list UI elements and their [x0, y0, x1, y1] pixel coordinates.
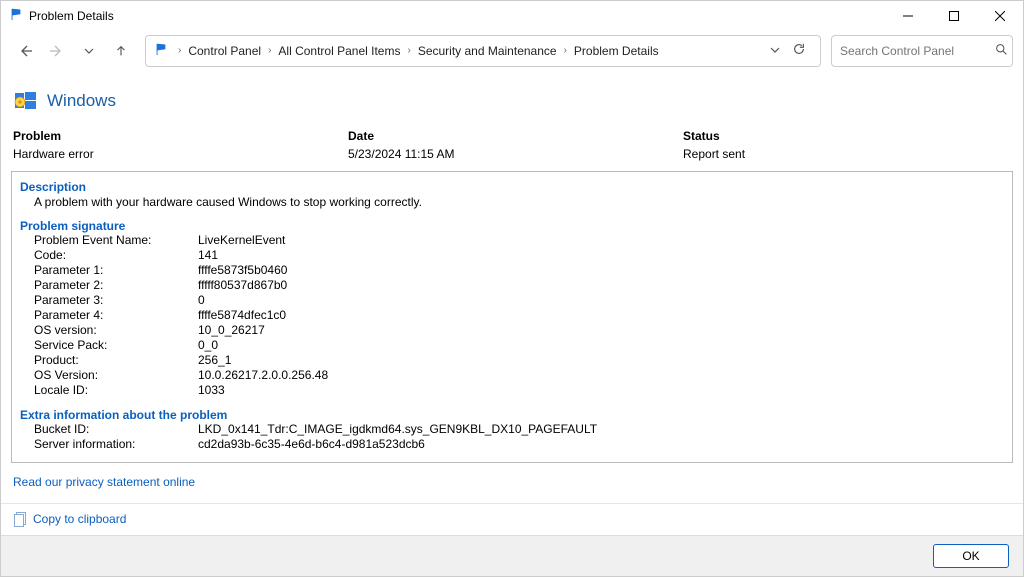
minimize-button[interactable] [885, 1, 931, 31]
nav-back-button[interactable] [11, 37, 39, 65]
search-input[interactable] [840, 44, 995, 58]
chevron-right-icon[interactable]: › [174, 45, 185, 56]
kv-row: Parameter 1:ffffe5873f5b0460 [34, 263, 1004, 278]
kv-value: fffff80537d867b0 [198, 278, 1004, 293]
description-text: A problem with your hardware caused Wind… [20, 194, 1004, 217]
kv-key: Product: [34, 353, 198, 368]
problem-value: Hardware error [13, 147, 348, 161]
content-area: Windows Problem Hardware error Date 5/23… [1, 71, 1023, 503]
kv-row: Locale ID:1033 [34, 383, 1004, 398]
kv-key: Service Pack: [34, 338, 198, 353]
address-dropdown-icon[interactable] [764, 44, 786, 58]
window-title: Problem Details [29, 9, 114, 23]
flag-icon [154, 42, 168, 59]
nav-bar: › Control Panel › All Control Panel Item… [1, 31, 1023, 71]
kv-value: 0 [198, 293, 1004, 308]
kv-value: cd2da93b-6c35-4e6d-b6c4-d981a523dcb6 [198, 437, 1004, 452]
kv-row: OS Version:10.0.26217.2.0.0.256.48 [34, 368, 1004, 383]
kv-row: Bucket ID:LKD_0x141_Tdr:C_IMAGE_igdkmd64… [34, 422, 1004, 437]
kv-value: 141 [198, 248, 1004, 263]
kv-value: 256_1 [198, 353, 1004, 368]
chevron-right-icon[interactable]: › [403, 45, 414, 56]
kv-key: Server information: [34, 437, 198, 452]
kv-key: Parameter 1: [34, 263, 198, 278]
kv-value: 1033 [198, 383, 1004, 398]
breadcrumb-item[interactable]: Control Panel [185, 42, 264, 60]
kv-row: Problem Event Name:LiveKernelEvent [34, 233, 1004, 248]
windows-logo-icon [13, 89, 39, 113]
nav-forward-button[interactable] [43, 37, 71, 65]
date-heading: Date [348, 129, 683, 143]
copy-to-clipboard-link[interactable]: Copy to clipboard [13, 511, 126, 527]
date-value: 5/23/2024 11:15 AM [348, 147, 683, 161]
kv-key: Problem Event Name: [34, 233, 198, 248]
windows-label: Windows [47, 91, 116, 111]
nav-up-button[interactable] [107, 37, 135, 65]
search-box[interactable] [831, 35, 1013, 67]
details-box: Description A problem with your hardware… [11, 171, 1013, 463]
maximize-button[interactable] [931, 1, 977, 31]
kv-row: Parameter 3:0 [34, 293, 1004, 308]
copy-label: Copy to clipboard [33, 512, 126, 526]
ok-button[interactable]: OK [933, 544, 1009, 568]
kv-key: Code: [34, 248, 198, 263]
windows-header: Windows [11, 75, 1013, 129]
address-bar[interactable]: › Control Panel › All Control Panel Item… [145, 35, 821, 67]
chevron-right-icon[interactable]: › [264, 45, 275, 56]
flag-icon [9, 7, 23, 26]
kv-row: OS version:10_0_26217 [34, 323, 1004, 338]
title-bar: Problem Details [1, 1, 1023, 31]
kv-row: Server information:cd2da93b-6c35-4e6d-b6… [34, 437, 1004, 452]
kv-value: LiveKernelEvent [198, 233, 1004, 248]
refresh-icon[interactable] [786, 42, 812, 59]
kv-value: 10.0.26217.2.0.0.256.48 [198, 368, 1004, 383]
kv-value: LKD_0x141_Tdr:C_IMAGE_igdkmd64.sys_GEN9K… [198, 422, 1004, 437]
signature-heading: Problem signature [20, 217, 1004, 233]
kv-row: Service Pack:0_0 [34, 338, 1004, 353]
kv-key: Parameter 2: [34, 278, 198, 293]
problem-heading: Problem [13, 129, 348, 143]
kv-value: ffffe5873f5b0460 [198, 263, 1004, 278]
kv-key: Bucket ID: [34, 422, 198, 437]
kv-value: 0_0 [198, 338, 1004, 353]
footer-bar: Copy to clipboard [1, 503, 1023, 535]
nav-recent-dropdown[interactable] [75, 37, 103, 65]
signature-grid: Problem Event Name:LiveKernelEventCode:1… [20, 233, 1004, 398]
kv-row: Code:141 [34, 248, 1004, 263]
status-value: Report sent [683, 147, 1011, 161]
privacy-link[interactable]: Read our privacy statement online [11, 463, 197, 493]
breadcrumb-item[interactable]: Security and Maintenance [415, 42, 560, 60]
description-heading: Description [20, 178, 1004, 194]
extra-heading: Extra information about the problem [20, 406, 1004, 422]
kv-row: Product:256_1 [34, 353, 1004, 368]
close-button[interactable] [977, 1, 1023, 31]
status-heading: Status [683, 129, 1011, 143]
kv-value: ffffe5874dfec1c0 [198, 308, 1004, 323]
kv-row: Parameter 4:ffffe5874dfec1c0 [34, 308, 1004, 323]
search-icon[interactable] [995, 43, 1008, 59]
kv-key: OS Version: [34, 368, 198, 383]
copy-icon [13, 511, 27, 527]
kv-key: OS version: [34, 323, 198, 338]
dialog-button-bar: OK [1, 535, 1023, 576]
kv-row: Parameter 2:fffff80537d867b0 [34, 278, 1004, 293]
summary-row: Problem Hardware error Date 5/23/2024 11… [11, 129, 1013, 171]
breadcrumb-item[interactable]: Problem Details [571, 42, 662, 60]
breadcrumb-item[interactable]: All Control Panel Items [275, 42, 403, 60]
kv-key: Parameter 3: [34, 293, 198, 308]
extra-grid: Bucket ID:LKD_0x141_Tdr:C_IMAGE_igdkmd64… [20, 422, 1004, 452]
kv-key: Parameter 4: [34, 308, 198, 323]
chevron-right-icon[interactable]: › [560, 45, 571, 56]
window-controls [885, 1, 1023, 31]
kv-value: 10_0_26217 [198, 323, 1004, 338]
kv-key: Locale ID: [34, 383, 198, 398]
